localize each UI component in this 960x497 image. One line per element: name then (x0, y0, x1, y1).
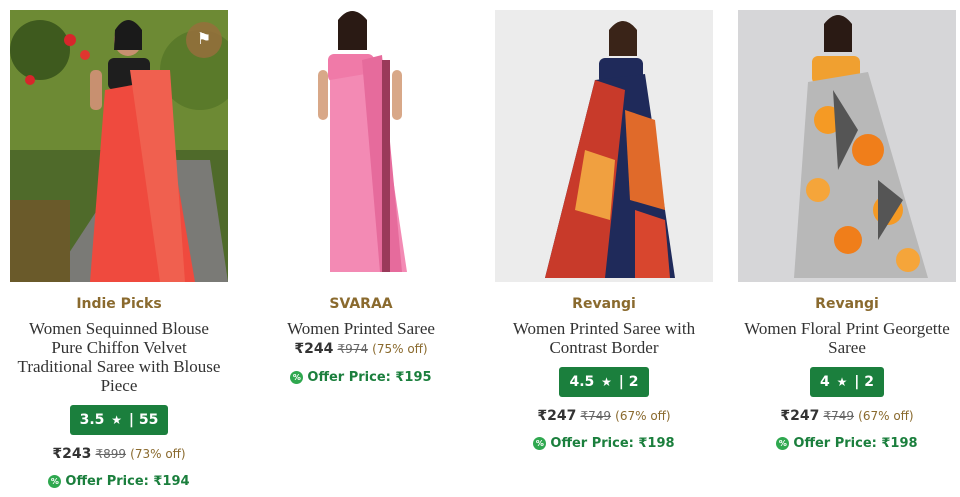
rating-value: 4 (819, 374, 830, 390)
product-brand: Revangi (572, 296, 636, 312)
selling-price: ₹247 (537, 408, 577, 424)
selling-price: ₹244 (294, 341, 334, 357)
offer-percent-icon: % (776, 437, 790, 450)
offer-price: % Offer Price: ₹195 (252, 369, 470, 387)
product-card[interactable]: Revangi Women Printed Saree with Contras… (495, 10, 713, 453)
offer-percent-icon: % (290, 371, 304, 384)
offer-price: % Offer Price: ₹198 (738, 435, 956, 453)
product-photo (252, 10, 470, 282)
product-photo (738, 10, 956, 282)
product-card[interactable]: Revangi Women Floral Print Georgette Sar… (738, 10, 956, 453)
product-brand: Revangi (815, 296, 879, 312)
rating-value: 4.5 (569, 374, 595, 390)
selling-price: ₹243 (52, 446, 92, 462)
product-title[interactable]: Women Floral Print Georgette Saree (738, 319, 956, 357)
price-row: ₹244 ₹974 (75% off) (252, 340, 470, 359)
offer-price-text: Offer Price: ₹198 (550, 436, 675, 451)
selling-price: ₹247 (780, 408, 820, 424)
offer-price-text: Offer Price: ₹194 (65, 474, 190, 489)
offer-price: % Offer Price: ₹198 (495, 435, 713, 453)
product-card[interactable]: SVARAA Women Printed Saree ₹244 ₹974 (75… (252, 10, 470, 387)
star-icon: ★ (836, 375, 848, 389)
offer-price: % Offer Price: ₹194 (10, 473, 228, 491)
offer-percent-icon: % (48, 475, 62, 488)
product-title[interactable]: Women Printed Saree with Contrast Border (495, 319, 713, 357)
offer-price-text: Offer Price: ₹195 (307, 370, 432, 385)
product-brand: Indie Picks (76, 296, 162, 312)
rating-badge: 4 ★ | 2 (809, 367, 884, 397)
mrp-price: ₹899 (95, 447, 127, 461)
rating-separator: | (854, 374, 860, 390)
review-count: 55 (138, 412, 159, 428)
price-row: ₹247 ₹749 (67% off) (738, 407, 956, 426)
star-icon: ★ (601, 375, 612, 389)
discount-text: (67% off) (615, 409, 671, 423)
review-count: 2 (864, 374, 874, 390)
review-count: 2 (628, 374, 639, 390)
product-image[interactable]: ⚑ (10, 10, 228, 282)
rating-badge: 3.5 ★ | 55 (69, 405, 169, 435)
price-row: ₹247 ₹749 (67% off) (495, 407, 713, 426)
mrp-price: ₹749 (823, 409, 855, 423)
discount-text: (73% off) (130, 447, 186, 461)
product-grid: ⚑ Indie Picks Women Sequinned Blouse Pur… (0, 0, 960, 497)
rating-value: 3.5 (79, 412, 105, 428)
price-row: ₹243 ₹899 (73% off) (10, 445, 228, 464)
rating-separator: | (128, 412, 135, 428)
discount-text: (75% off) (372, 342, 428, 356)
mrp-price: ₹974 (337, 342, 369, 356)
product-title[interactable]: Women Sequinned Blouse Pure Chiffon Velv… (10, 319, 228, 395)
product-card[interactable]: ⚑ Indie Picks Women Sequinned Blouse Pur… (10, 10, 228, 491)
product-image[interactable] (738, 10, 956, 282)
tag-icon: ⚑ (186, 22, 222, 58)
star-icon: ★ (111, 413, 123, 427)
product-image[interactable] (252, 10, 470, 282)
mrp-price: ₹749 (580, 409, 612, 423)
product-image[interactable] (495, 10, 713, 282)
product-title[interactable]: Women Printed Saree (252, 319, 470, 338)
rating-separator: | (618, 374, 624, 390)
rating-badge: 4.5 ★ | 2 (559, 367, 649, 397)
product-photo (495, 10, 713, 282)
offer-percent-icon: % (533, 437, 547, 450)
discount-text: (67% off) (858, 409, 914, 423)
product-brand: SVARAA (329, 296, 393, 312)
offer-price-text: Offer Price: ₹198 (793, 436, 918, 451)
